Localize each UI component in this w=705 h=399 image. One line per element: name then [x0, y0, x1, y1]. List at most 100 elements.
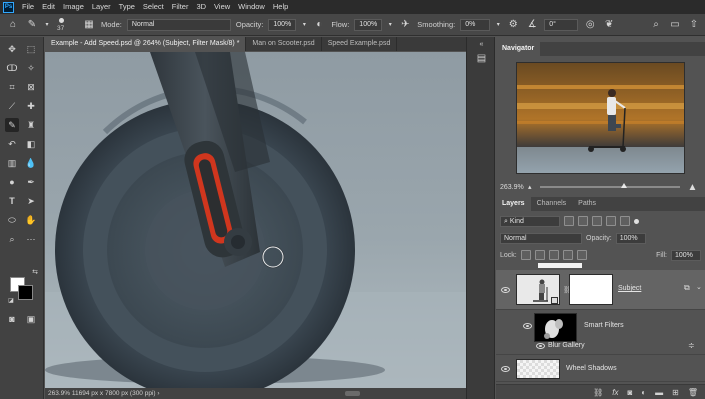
chevron-down-icon[interactable]: ▾ [495, 18, 501, 32]
chevron-down-icon[interactable]: ▾ [301, 18, 307, 32]
type-tool-icon[interactable]: T [5, 194, 19, 208]
filter-name-blur-gallery[interactable]: Blur Gallery [548, 342, 585, 349]
swap-colors-icon[interactable]: ⇆ [28, 265, 42, 279]
tab-add-speed[interactable]: Example - Add Speed.psd @ 264% (Subject,… [45, 37, 247, 51]
zoom-out-icon[interactable]: ▴ [528, 183, 532, 191]
document-canvas[interactable] [45, 52, 466, 388]
menu-file[interactable]: File [18, 0, 38, 14]
quick-mask-icon[interactable]: ◙ [5, 312, 19, 326]
more-tools-icon[interactable]: ⋯ [24, 232, 38, 246]
gradient-tool-icon[interactable]: ▥ [5, 156, 19, 170]
delete-layer-icon[interactable]: 🗑 [688, 388, 698, 397]
layer-smart-filters[interactable]: Smart Filters Blur Gallery ≑ [496, 311, 705, 355]
pressure-size-icon[interactable]: ◎ [583, 18, 597, 32]
filter-smart-object-icon[interactable] [620, 216, 630, 226]
lock-artboard-icon[interactable] [562, 250, 573, 260]
shape-tool-icon[interactable]: ⬭ [5, 213, 19, 227]
navigator-zoom-value[interactable]: 263.9% [500, 184, 528, 191]
chevron-down-icon[interactable]: ▾ [44, 18, 50, 32]
adjustment-layer-icon[interactable]: ◐ [641, 388, 646, 397]
lock-position-icon[interactable] [548, 250, 559, 260]
gear-icon[interactable]: ⚙ [506, 18, 520, 32]
default-colors-icon[interactable]: ◪ [4, 293, 18, 307]
layer-mask-thumbnail[interactable] [569, 274, 613, 305]
navigator-zoom-slider[interactable] [539, 183, 680, 188]
menu-3d[interactable]: 3D [192, 0, 210, 14]
angle-field[interactable]: 0° [544, 18, 579, 31]
menu-image[interactable]: Image [59, 0, 88, 14]
screen-mode-icon[interactable]: ▣ [24, 312, 38, 326]
lock-transparency-icon[interactable] [520, 250, 531, 260]
pressure-opacity-icon[interactable]: ◐ [312, 18, 326, 32]
dodge-tool-icon[interactable]: ● [5, 175, 19, 189]
menu-layer[interactable]: Layer [88, 0, 115, 14]
visibility-eye-icon[interactable] [501, 366, 510, 372]
tab-speed-example[interactable]: Speed Example.psd [321, 37, 398, 51]
layer-name-wheel-shadows[interactable]: Wheel Shadows [566, 365, 617, 372]
add-mask-icon[interactable]: ◙ [627, 388, 632, 397]
blend-mode-select[interactable]: Normal [500, 232, 582, 244]
menu-help[interactable]: Help [269, 0, 292, 14]
new-group-icon[interactable]: ▬ [655, 388, 663, 397]
smoothing-field[interactable]: 0% [460, 18, 491, 31]
horizontal-scrollbar[interactable] [345, 391, 360, 396]
filter-options-icon[interactable]: ≑ [688, 341, 695, 350]
search-icon[interactable]: ⌕ [649, 18, 663, 32]
layer-style-icon[interactable]: fx [612, 388, 618, 397]
brush-preset-picker[interactable]: 37 [55, 17, 77, 33]
flow-field[interactable]: 100% [354, 18, 383, 31]
layer-wheel-shadows[interactable]: Wheel Shadows [496, 356, 705, 382]
quick-select-tool-icon[interactable]: ✧ [24, 61, 38, 75]
navigator-preview[interactable] [516, 62, 685, 174]
menu-window[interactable]: Window [234, 0, 269, 14]
tab-man-on-scooter[interactable]: Man on Scooter.psd [246, 37, 322, 51]
brush-tool-icon[interactable]: ✎ [5, 118, 19, 132]
path-select-tool-icon[interactable]: ➤ [24, 194, 38, 208]
menu-edit[interactable]: Edit [38, 0, 59, 14]
workspace-icon[interactable]: ▭ [668, 18, 682, 32]
mode-select[interactable]: Normal [126, 18, 231, 31]
share-icon[interactable]: ⇧ [687, 18, 701, 32]
layer-opacity-field[interactable]: 100% [615, 232, 646, 244]
chevron-down-icon[interactable]: ▾ [387, 18, 393, 32]
pen-tool-icon[interactable]: ✒ [24, 175, 38, 189]
collapse-chevron-icon[interactable]: ⌄ [696, 283, 702, 291]
visibility-eye-icon[interactable] [523, 323, 532, 329]
marquee-tool-icon[interactable]: ⬚ [24, 42, 38, 56]
healing-tool-icon[interactable]: ✚ [24, 99, 38, 113]
eraser-tool-icon[interactable]: ◧ [24, 137, 38, 151]
move-tool-icon[interactable]: ✥ [5, 42, 19, 56]
lock-all-icon[interactable] [576, 250, 587, 260]
symmetry-icon[interactable]: ❦ [602, 18, 616, 32]
brush-tool-icon[interactable]: ✎ [25, 18, 39, 32]
lasso-tool-icon[interactable]: ↀ [5, 61, 19, 75]
filter-toggle-icon[interactable] [634, 218, 639, 224]
filter-shape-icon[interactable] [606, 216, 616, 226]
hand-tool-icon[interactable]: ✋ [24, 213, 38, 227]
smart-filter-mask-thumbnail[interactable] [534, 313, 577, 342]
zoom-in-icon[interactable]: ▲ [688, 182, 698, 193]
menu-view[interactable]: View [210, 0, 234, 14]
zoom-tool-icon[interactable]: ⌕ [5, 232, 19, 246]
new-layer-icon[interactable]: ⊞ [672, 388, 679, 397]
fill-field[interactable]: 100% [671, 249, 701, 261]
link-layers-icon[interactable]: ⛓ [593, 388, 603, 397]
stamp-tool-icon[interactable]: ♜ [24, 118, 38, 132]
home-icon[interactable]: ⌂ [6, 18, 20, 32]
layer-name-subject[interactable]: Subject [618, 285, 641, 292]
crop-tool-icon[interactable]: ⌗ [5, 80, 19, 94]
properties-icon[interactable]: ▤ [476, 53, 487, 64]
brush-settings-icon[interactable]: ▦ [82, 18, 96, 32]
visibility-eye-icon[interactable] [501, 287, 510, 293]
layer-subject[interactable]: ⛓ Subject ⧉ ⌄ [496, 270, 705, 310]
frame-tool-icon[interactable]: ⊠ [24, 80, 38, 94]
filter-pixel-icon[interactable] [564, 216, 574, 226]
collapse-arrow-icon[interactable]: « [476, 39, 487, 50]
airbrush-icon[interactable]: ✈ [398, 18, 412, 32]
tab-paths[interactable]: Paths [572, 197, 602, 211]
eyedropper-tool-icon[interactable]: ⟋ [5, 99, 19, 113]
zoom-slider-knob[interactable] [620, 183, 627, 188]
background-color-swatch[interactable] [18, 285, 33, 300]
lock-pixels-icon[interactable] [534, 250, 545, 260]
menu-filter[interactable]: Filter [168, 0, 193, 14]
